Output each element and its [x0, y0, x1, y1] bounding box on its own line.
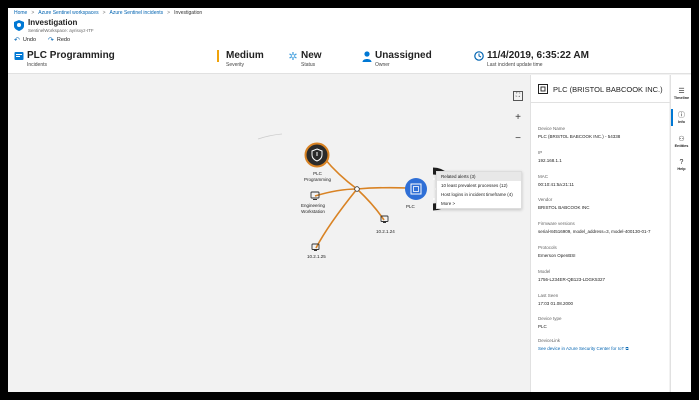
menu-more[interactable]: More > [437, 199, 521, 208]
zoom-out-button[interactable]: − [512, 132, 524, 144]
summary-severity: Medium Severity [213, 50, 264, 68]
summary-owner: Unassigned Owner [362, 50, 432, 68]
breadcrumb-current: Investigation [174, 10, 203, 16]
field-mac: MAC 00:10:41:5a:21:11 [538, 174, 574, 187]
incident-label: Incidents [27, 62, 48, 68]
ip-b-label: 10.2.1.25 [307, 254, 326, 259]
field-last-seen: Last Seen 17:03 01.08.2000 [538, 293, 574, 306]
incident-name: PLC Programming [27, 50, 115, 61]
entity-context-menu: Related alerts (3) 10 least prevalent pr… [436, 171, 522, 209]
nav-info[interactable]: ⓘ Info [671, 107, 691, 128]
edge-ip-a [356, 188, 385, 221]
clock-icon [474, 50, 484, 62]
incident-summary: PLC Programming Incidents Medium Severit… [8, 47, 691, 74]
field-ip: IP 192.168.1.1 [538, 150, 562, 163]
ip-a-label: 10.2.1.24 [376, 229, 395, 234]
edge-ip-b [315, 188, 358, 249]
status-label: Status [301, 62, 316, 68]
field-device-link: DeviceLink See device in Azure Security … [538, 338, 668, 351]
plus-icon: + [515, 111, 521, 123]
edge-plc [356, 186, 409, 190]
incident-icon [14, 50, 24, 62]
menu-related-alerts[interactable]: Related alerts (3) [437, 172, 521, 181]
redo-button[interactable]: ↷ Redo [48, 36, 70, 44]
summary-incident: PLC Programming Incidents [14, 50, 115, 68]
breadcrumb-home[interactable]: Home [14, 10, 27, 16]
details-title: PLC (BRISTOL BABCOOK INC.) [553, 84, 663, 94]
updated-value: 11/4/2019, 6:35:22 AM [487, 50, 589, 61]
sentinel-shield-icon [14, 20, 24, 31]
breadcrumb-workspaces[interactable]: Azure Sentinel workspaces [38, 10, 98, 16]
field-vendor: Vendor BRISTOL BABCOOK INC [538, 197, 590, 210]
owner-label: Owner [375, 62, 390, 68]
workstation-label: Engineering Workstation [301, 203, 326, 214]
graph-svg [257, 133, 455, 251]
timeline-icon: ☰ [678, 87, 685, 95]
updated-label: Last incident update time [487, 62, 543, 68]
fit-screen-icon: ⛶ [515, 92, 521, 99]
field-model: Model 1756-L234ER-QB123-LDGK5327 [538, 269, 606, 282]
field-device-name: Device Name PLC (BRISTOL BABCOOK INC.) -… [538, 126, 621, 139]
undo-button[interactable]: ↶ Undo [14, 36, 36, 44]
redo-icon: ↷ [48, 37, 54, 44]
nav-timeline[interactable]: ☰ Timeline [671, 83, 691, 104]
plc-programming-label: PLC Programming [304, 171, 332, 182]
severity-value: Medium [226, 50, 264, 61]
help-icon: ? [679, 158, 684, 166]
toolbar: ↶ Undo ↷ Redo [14, 36, 70, 44]
summary-status: ✲ New Status [288, 50, 322, 68]
plc-label: PLC [406, 204, 415, 209]
severity-label: Severity [226, 62, 245, 68]
edge-workstation [314, 188, 358, 197]
breadcrumb: Home > Azure Sentinel workspaces > Azure S… [14, 10, 203, 16]
menu-least-prevalent-processes[interactable]: 10 least prevalent processes (12) [437, 181, 521, 190]
status-value: New [301, 50, 322, 61]
summary-updated: 11/4/2019, 6:35:22 AM Last incident upda… [474, 50, 589, 68]
hub-node[interactable] [354, 186, 360, 192]
field-protocols: Protocols Emerson OpenBSI [538, 245, 576, 258]
app-window: Home > Azure Sentinel workspaces > Azure S… [8, 8, 691, 392]
menu-host-logins[interactable]: Host logins in incident timeframe (4) [437, 190, 521, 199]
info-icon: ⓘ [678, 111, 685, 119]
new-status-icon: ✲ [288, 50, 298, 63]
entities-icon: ⚇ [678, 135, 685, 143]
right-nav: ☰ Timeline ⓘ Info ⚇ Entities ? Help [670, 75, 691, 392]
plc-device-icon [538, 84, 548, 94]
fit-to-screen-button[interactable]: ⛶ [513, 91, 523, 101]
severity-bar-icon [213, 50, 223, 62]
page-title: Investigation [28, 18, 78, 27]
external-link-icon: ⧉ [625, 346, 629, 351]
plc-programming-node[interactable] [304, 142, 330, 168]
owner-value: Unassigned [375, 50, 432, 61]
field-firmware-versions: Firmware versions serial-84516909, model… [538, 221, 651, 234]
user-icon [362, 50, 372, 62]
device-link[interactable]: See device in Azure Security Center for … [538, 346, 668, 351]
investigation-graph[interactable]: PLC Programming Engineering Workstation 10… [8, 75, 529, 392]
page-subtitle: SentinelWorkspace: ayrisxyz-ITF [28, 28, 94, 33]
nav-entities[interactable]: ⚇ Entities [671, 131, 691, 152]
zoom-in-button[interactable]: + [512, 111, 524, 123]
entity-details-panel: PLC (BRISTOL BABCOOK INC.) Device Name P… [530, 75, 670, 392]
minus-icon: − [515, 132, 521, 144]
breadcrumb-incidents[interactable]: Azure Sentinel incidents [110, 10, 164, 16]
field-device-type: Device type PLC [538, 316, 562, 329]
undo-icon: ↶ [14, 37, 20, 44]
nav-help[interactable]: ? Help [671, 154, 691, 175]
